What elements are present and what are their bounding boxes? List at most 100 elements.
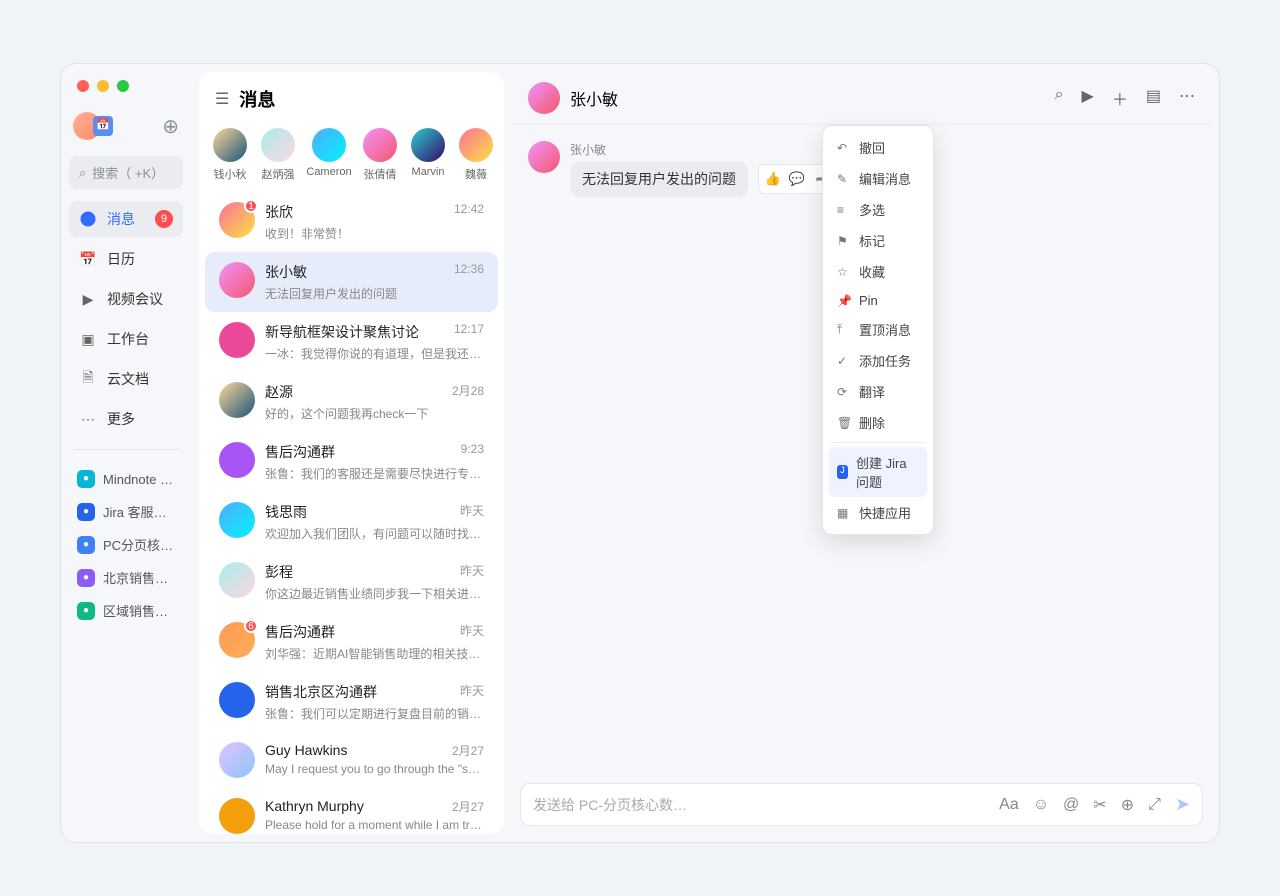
search-chat-icon[interactable]: ⌕ bbox=[1055, 86, 1064, 110]
scissors-icon[interactable]: ✂ bbox=[1093, 795, 1106, 815]
ctx-label: 置顶消息 bbox=[859, 320, 911, 339]
nav-messages[interactable]: 消息 9 bbox=[69, 201, 183, 237]
chat-body: 售后沟通群9:23 张鲁：我们的客服还是需要尽快进行专业培训… bbox=[265, 442, 484, 482]
chat-time: 昨天 bbox=[460, 622, 484, 642]
ctx-label: 创建 Jira 问题 bbox=[856, 453, 919, 491]
docs-icon: 🗎 bbox=[79, 370, 97, 388]
chat-row[interactable]: 赵源2月28 好的，这个问题我再check一下 bbox=[205, 372, 498, 432]
context-menu-item[interactable]: ☆收藏 bbox=[829, 256, 927, 287]
filter-icon[interactable]: ☰ bbox=[215, 89, 229, 109]
story-item[interactable]: 钱小秋 bbox=[213, 128, 247, 182]
chat-row[interactable]: 6 售后沟通群昨天 刘华强：近期AI智能销售助理的相关技术谁有…… bbox=[205, 612, 498, 672]
nav-calendar[interactable]: 📅 日历 bbox=[69, 241, 183, 277]
chat-name: 赵源 bbox=[265, 382, 293, 402]
chat-row[interactable]: 钱思雨昨天 欢迎加入我们团队，有问题可以随时找我… bbox=[205, 492, 498, 552]
messages-icon bbox=[79, 210, 97, 228]
message-input[interactable] bbox=[533, 797, 991, 813]
ctx-icon: ☆ bbox=[837, 265, 851, 279]
chat-row[interactable]: 张小敏12:36 无法回复用户发出的问题 bbox=[205, 252, 498, 312]
maximize-window-icon[interactable] bbox=[117, 80, 129, 92]
context-menu-item[interactable]: ⟳ 翻译 bbox=[829, 376, 927, 407]
story-item[interactable]: 魏薇 bbox=[459, 128, 493, 182]
calendar-mini-icon[interactable] bbox=[93, 116, 113, 136]
pinned-icon: ● bbox=[77, 569, 95, 587]
search-input[interactable]: ⌕ 搜索（ +K） bbox=[69, 156, 183, 189]
context-menu-item[interactable]: ⤒置顶消息 bbox=[829, 314, 927, 345]
chat-list: 1 张欣12:42 收到！非常赞！ 张小敏12:36 无法回复用户发出的问题 新… bbox=[199, 192, 504, 834]
pinned-item[interactable]: ●Jira 客服服务 bbox=[69, 495, 183, 528]
context-menu-item[interactable]: ≡多选 bbox=[829, 194, 927, 225]
context-menu-item[interactable]: J创建 Jira 问题 bbox=[829, 447, 927, 497]
chat-preview: 张鲁：我们的客服还是需要尽快进行专业培训… bbox=[265, 465, 484, 482]
nav-docs[interactable]: 🗎 云文档 bbox=[69, 361, 183, 397]
chat-row[interactable]: Guy Hawkins2月27 May I request you to go … bbox=[205, 732, 498, 788]
context-menu-item[interactable]: 🗑删除 bbox=[829, 407, 927, 438]
chat-row[interactable]: 彭程昨天 你这边最近销售业绩同步我一下相关进展… bbox=[205, 552, 498, 612]
nav-workbench[interactable]: ▣ 工作台 bbox=[69, 321, 183, 357]
chat-avatar: 1 bbox=[219, 202, 255, 238]
ctx-label: 撤回 bbox=[859, 138, 885, 157]
chat-row[interactable]: Kathryn Murphy2月27 Please hold for a mom… bbox=[205, 788, 498, 834]
ctx-icon: ⟳ bbox=[837, 385, 851, 399]
message-row: 张小敏 无法回复用户发出的问题 👍 💬 ➦ ▣ ⋯ ↶撤回✎编辑消息≡多选⚑标记… bbox=[528, 141, 1195, 197]
emoji-icon[interactable]: ☺ bbox=[1033, 796, 1049, 814]
message-bubble[interactable]: 无法回复用户发出的问题 bbox=[570, 161, 748, 197]
ctx-label: 翻译 bbox=[859, 382, 885, 401]
pinned-item[interactable]: ●区域销售数… bbox=[69, 594, 183, 627]
nav-video[interactable]: ▶ 视频会议 bbox=[69, 281, 183, 317]
context-menu: ↶ 撤回 ✎编辑消息≡多选⚑标记☆收藏📌Pin⤒置顶消息✓添加任务 ⟳ 翻译 🗑删除 J创建… bbox=[822, 125, 934, 535]
ctx-label: 标记 bbox=[859, 231, 885, 250]
more-icon[interactable]: ⋯ bbox=[1179, 86, 1195, 110]
send-icon[interactable]: ➤ bbox=[1175, 794, 1190, 815]
video-call-icon[interactable]: ▶ bbox=[1082, 86, 1094, 110]
search-icon: ⌕ bbox=[79, 165, 86, 181]
format-icon[interactable]: Aa bbox=[999, 796, 1019, 814]
chat-body: 售后沟通群昨天 刘华强：近期AI智能销售助理的相关技术谁有…… bbox=[265, 622, 484, 662]
sidebar-toggle-icon[interactable]: ▤ bbox=[1146, 86, 1161, 110]
chat-row[interactable]: 新导航框架设计聚焦讨论12:17 一冰：我觉得你说的有道理，但是我还是坚持… bbox=[205, 312, 498, 372]
story-item[interactable]: Cameron bbox=[309, 128, 349, 182]
unread-badge: 6 bbox=[244, 619, 258, 633]
chat-time: 昨天 bbox=[460, 502, 484, 522]
story-item[interactable]: 赵炳强 bbox=[261, 128, 295, 182]
minimize-window-icon[interactable] bbox=[97, 80, 109, 92]
ctx-icon: ↶ bbox=[837, 141, 851, 155]
context-menu-item[interactable]: ✎编辑消息 bbox=[829, 163, 927, 194]
close-window-icon[interactable] bbox=[77, 80, 89, 92]
reply-icon[interactable]: 💬 bbox=[786, 168, 808, 190]
add-member-icon[interactable]: ＋ bbox=[1112, 86, 1128, 110]
pinned-item[interactable]: ●Mindnote 企… bbox=[69, 462, 183, 495]
chat-row[interactable]: 售后沟通群9:23 张鲁：我们的客服还是需要尽快进行专业培训… bbox=[205, 432, 498, 492]
context-menu-item[interactable]: ⚑标记 bbox=[829, 225, 927, 256]
chat-time: 2月27 bbox=[452, 742, 484, 759]
pinned-item[interactable]: ●PC分页核心… bbox=[69, 528, 183, 561]
story-item[interactable]: Marvin bbox=[411, 128, 445, 182]
thumbs-up-icon[interactable]: 👍 bbox=[762, 168, 784, 190]
chat-main: 张小敏 ⌕ ▶ ＋ ▤ ⋯ 张小敏 无法回复用户发出的问题 👍 💬 bbox=[512, 72, 1211, 834]
nav-label: 更多 bbox=[107, 409, 135, 429]
add-button[interactable]: ⊕ bbox=[162, 114, 179, 139]
contact-avatar[interactable] bbox=[528, 82, 560, 114]
mention-icon[interactable]: @ bbox=[1063, 796, 1079, 814]
ctx-icon: ✓ bbox=[837, 354, 851, 368]
nav-more[interactable]: ⋯ 更多 bbox=[69, 401, 183, 437]
chat-row[interactable]: 销售北京区沟通群昨天 张鲁：我们可以定期进行复盘目前的销售进展… bbox=[205, 672, 498, 732]
chat-body: 张小敏12:36 无法回复用户发出的问题 bbox=[265, 262, 484, 302]
messages-badge: 9 bbox=[155, 210, 173, 228]
context-menu-item[interactable]: ✓添加任务 bbox=[829, 345, 927, 376]
sender-avatar[interactable] bbox=[528, 141, 560, 173]
context-menu-item[interactable]: ▦快捷应用 bbox=[829, 497, 927, 528]
stories-row: 钱小秋赵炳强 Cameron 张倩倩 Marvin 魏薇 bbox=[199, 122, 504, 192]
chat-preview: 无法回复用户发出的问题 bbox=[265, 285, 484, 302]
search-placeholder: 搜索（ +K） bbox=[92, 163, 164, 182]
nav-label: 云文档 bbox=[107, 369, 149, 389]
attach-icon[interactable]: ⊕ bbox=[1121, 795, 1134, 815]
chat-row[interactable]: 1 张欣12:42 收到！非常赞！ bbox=[205, 192, 498, 252]
story-avatar bbox=[261, 128, 295, 162]
chat-body: 销售北京区沟通群昨天 张鲁：我们可以定期进行复盘目前的销售进展… bbox=[265, 682, 484, 722]
expand-icon[interactable]: ⤢ bbox=[1148, 796, 1161, 814]
story-item[interactable]: 张倩倩 bbox=[363, 128, 397, 182]
pinned-item[interactable]: ●北京销售大群 bbox=[69, 561, 183, 594]
context-menu-item[interactable]: ↶ 撤回 bbox=[829, 132, 927, 163]
context-menu-item[interactable]: 📌Pin bbox=[829, 287, 927, 314]
